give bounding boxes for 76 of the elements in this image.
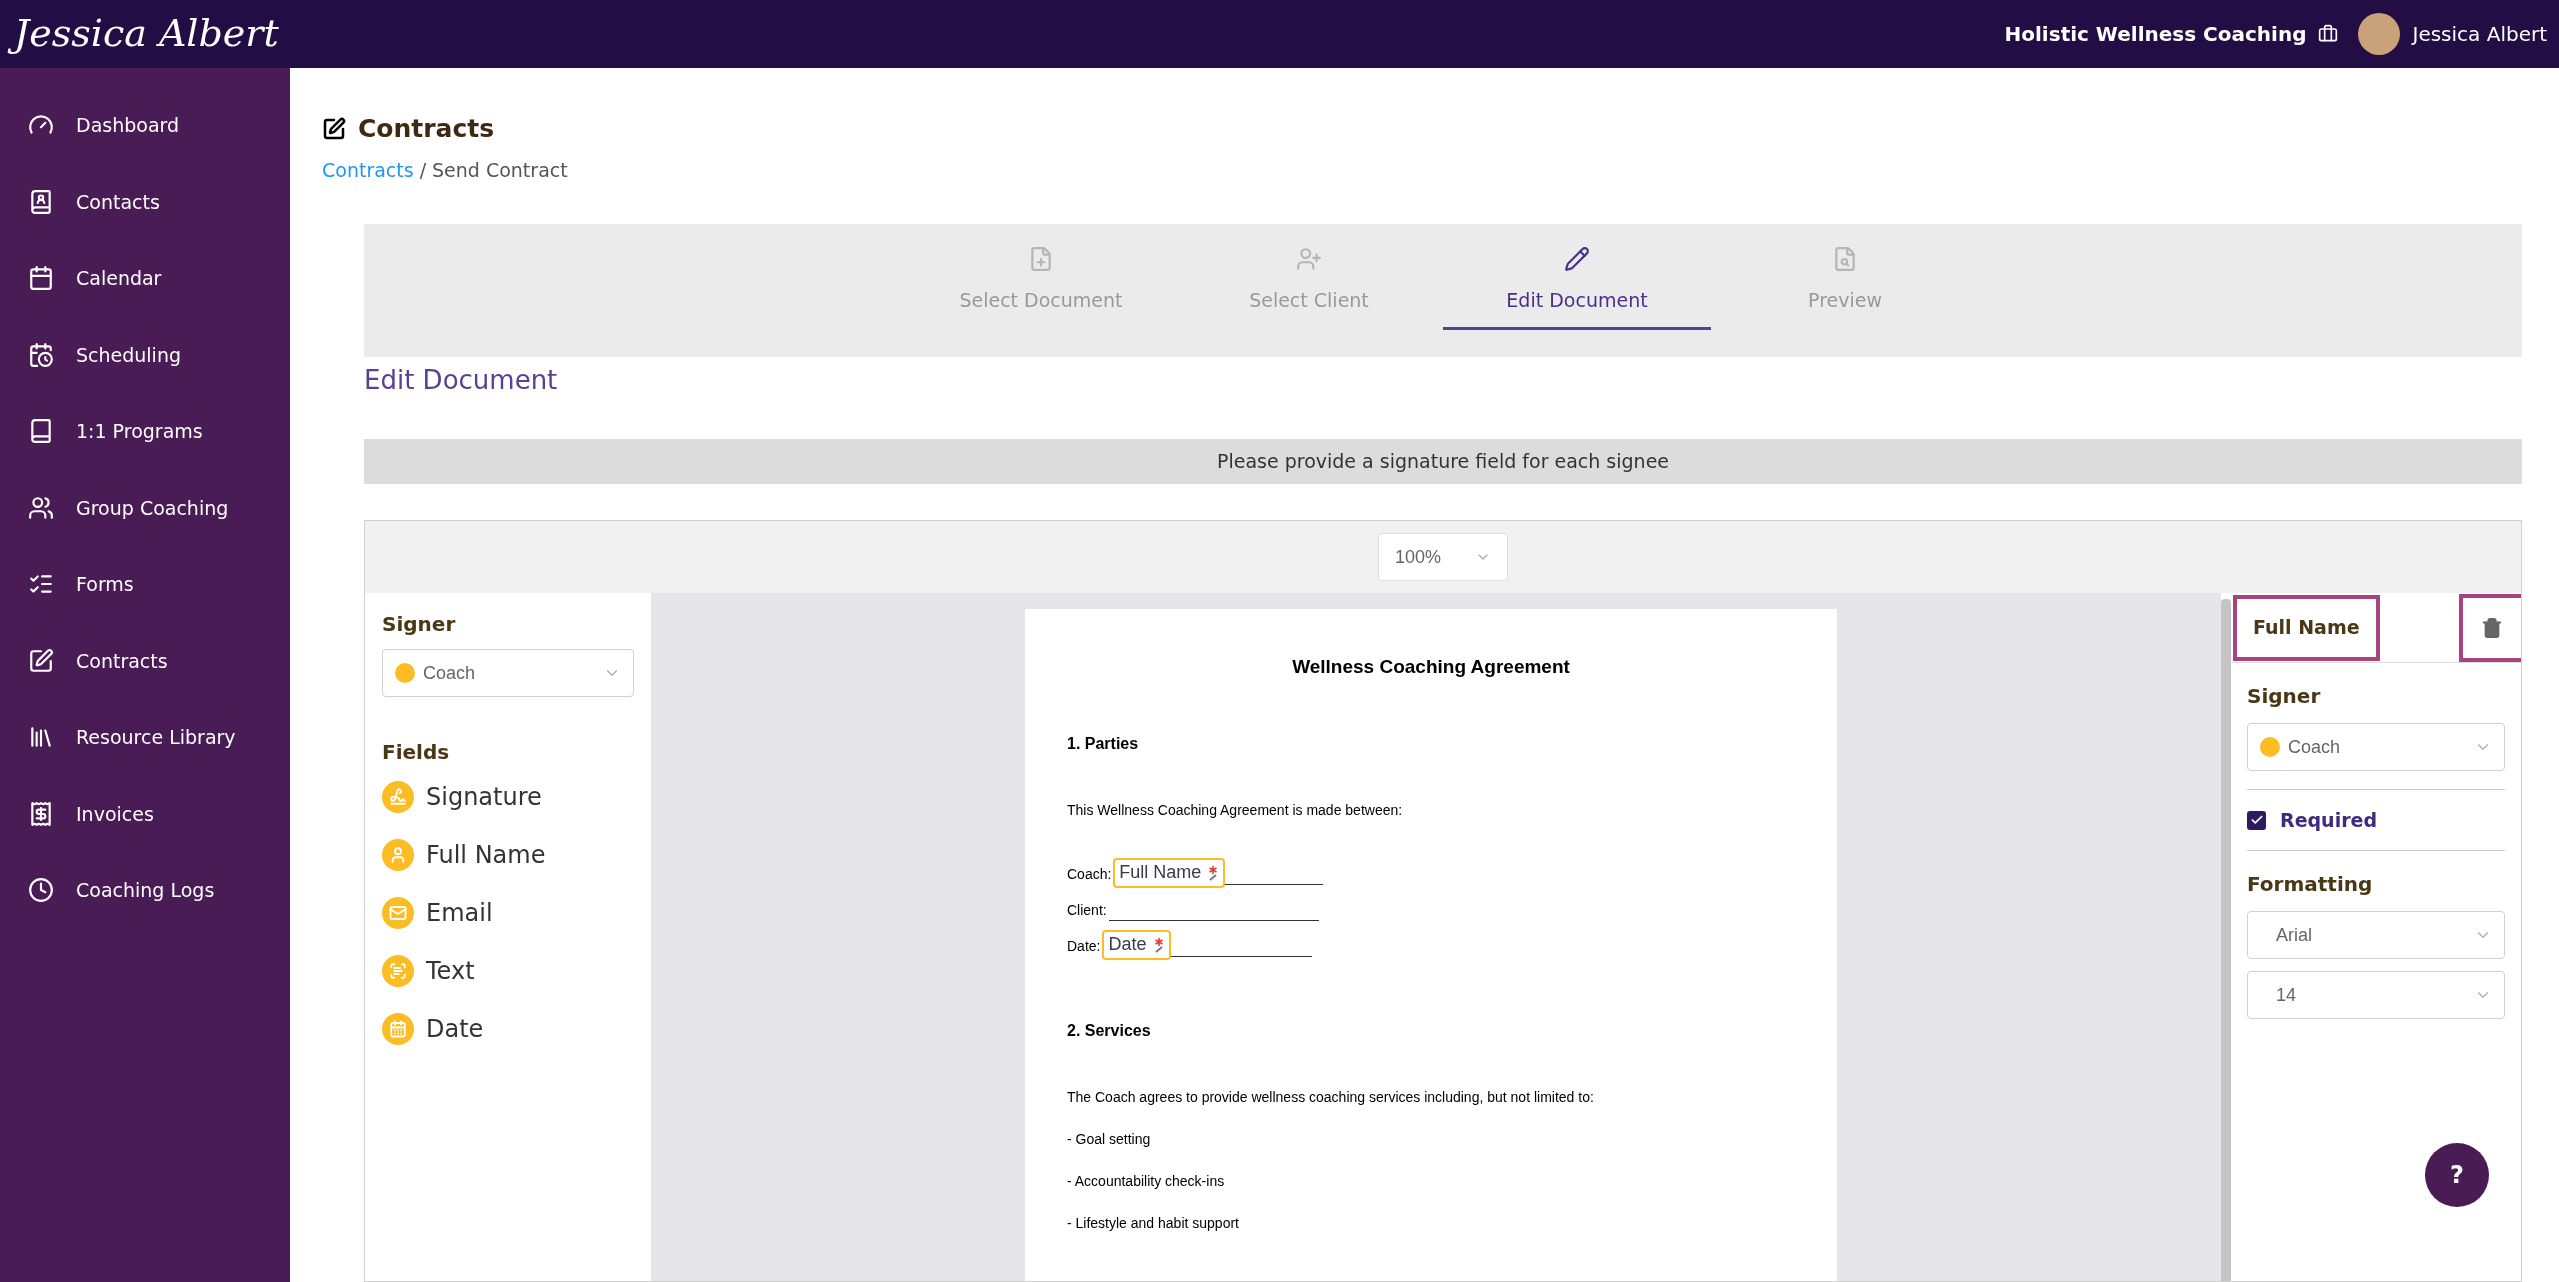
pencil-icon — [1564, 246, 1590, 272]
calendar-icon — [28, 265, 54, 292]
placed-field[interactable]: Full Name — [1113, 857, 1226, 888]
field-title: Full Name — [2233, 594, 2380, 661]
size-select[interactable]: 14 — [2247, 971, 2505, 1019]
logo: Jessica Albert — [8, 9, 285, 59]
document-heading: 1. Parties — [1067, 733, 1140, 754]
calendar-icon — [382, 1013, 414, 1045]
mail-icon — [382, 897, 414, 929]
calendar-clock-icon — [28, 341, 54, 368]
receipt-icon — [28, 800, 54, 827]
document-text: - Goal setting — [1067, 1129, 1152, 1149]
sidebar-item[interactable]: Calendar — [0, 240, 290, 317]
field-item[interactable]: Text — [382, 953, 634, 989]
signer-select[interactable]: Coach — [2247, 723, 2505, 771]
field-item[interactable]: Email — [382, 895, 634, 931]
field-item[interactable]: Signature — [382, 779, 634, 815]
breadcrumb-current: Send Contract — [432, 157, 568, 183]
document-text: - Lifestyle and habit support — [1067, 1213, 1240, 1233]
file-plus-icon — [1028, 246, 1054, 272]
people-icon — [28, 494, 54, 521]
sidebar-item[interactable]: Coaching Logs — [0, 852, 290, 929]
edit-icon — [322, 116, 346, 141]
notice-bar: Please provide a signature field for each signee — [364, 439, 2522, 484]
document-text: This Wellness Coaching Agreement is made between: — [1067, 800, 1404, 820]
field-item[interactable]: Date — [382, 1011, 634, 1047]
edit-icon — [28, 647, 54, 674]
signer-select[interactable]: Coach — [382, 649, 634, 697]
text-box-icon — [382, 955, 414, 987]
breadcrumb-separator: / — [419, 157, 427, 183]
required-icon — [1152, 936, 1165, 953]
document-text: The Coach agrees to provide wellness coaching services including, but not limited to: — [1067, 1087, 1595, 1107]
sidebar-item[interactable]: Dashboard — [0, 87, 290, 164]
add-user-icon — [1296, 246, 1322, 272]
field-item[interactable]: Full Name — [382, 837, 634, 873]
formatting-label: Formatting — [2247, 871, 2374, 898]
user-name[interactable]: Jessica Albert — [2412, 19, 2547, 49]
book-icon — [28, 418, 54, 445]
document-title: Wellness Coaching Agreement — [1291, 655, 1571, 679]
sidebar-item[interactable]: Contacts — [0, 163, 290, 240]
document-label: Client: — [1067, 900, 1107, 920]
section-title: Edit Document — [364, 364, 559, 397]
sidebar-item[interactable]: 1:1 Programs — [0, 393, 290, 470]
file-search-icon — [1832, 246, 1858, 272]
clock-icon — [28, 877, 54, 904]
zoom-select[interactable]: 100% — [1378, 533, 1508, 581]
required-icon — [1207, 864, 1220, 881]
sidebar-item[interactable]: Group Coaching — [0, 469, 290, 546]
avatar[interactable] — [2358, 13, 2401, 55]
delete-button[interactable] — [2459, 593, 2521, 662]
trash-icon — [2481, 616, 2503, 639]
font-select[interactable]: Arial — [2247, 911, 2505, 959]
page-title: Contracts — [358, 113, 495, 145]
placed-field[interactable]: Date — [1102, 929, 1171, 960]
briefcase-icon[interactable] — [2318, 24, 2339, 44]
document-label: Date: — [1067, 936, 1101, 956]
document-text: - Accountability check-ins — [1067, 1171, 1226, 1191]
sidebar-item[interactable]: Forms — [0, 546, 290, 623]
signature-icon — [382, 781, 414, 813]
signer-label: Signer — [382, 611, 457, 638]
step-tab[interactable]: Edit Document — [1443, 246, 1711, 330]
checkbox[interactable] — [2247, 810, 2266, 830]
document-heading: 2. Services — [1067, 1020, 1152, 1041]
organization-name: Holistic Wellness Coaching — [2004, 21, 2307, 48]
fields-label: Fields — [382, 739, 451, 766]
sidebar-item[interactable]: Scheduling — [0, 316, 290, 393]
user-icon — [382, 839, 414, 871]
help-button[interactable]: ? — [2425, 1143, 2489, 1207]
sidebar-item[interactable]: Resource Library — [0, 699, 290, 776]
sidebar-item[interactable]: Contracts — [0, 622, 290, 699]
document-label: Coach: — [1067, 864, 1112, 884]
sidebar-item[interactable]: Invoices — [0, 775, 290, 852]
signer-label: Signer — [2247, 683, 2322, 710]
check-icon — [2249, 813, 2264, 827]
contact-book-icon — [28, 188, 54, 215]
required-checkbox[interactable]: Required — [2247, 790, 2505, 850]
